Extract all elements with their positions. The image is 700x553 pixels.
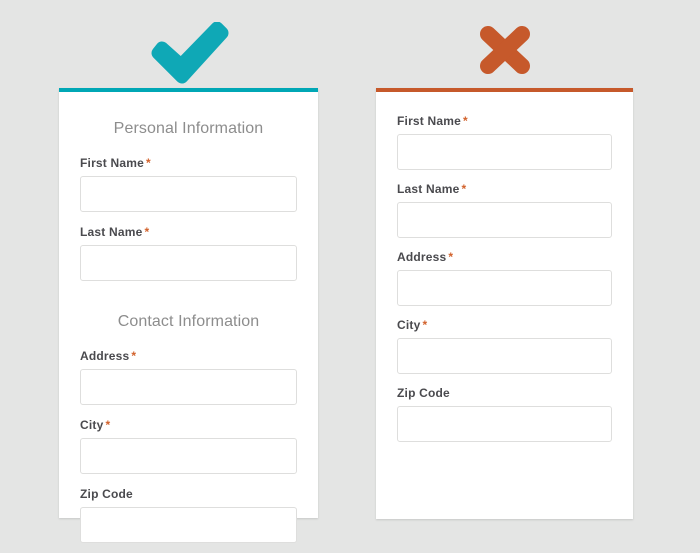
input-zip-code-good[interactable] [80,507,297,543]
input-first-name-bad[interactable] [397,134,612,170]
section-heading-contact-information: Contact Information [117,313,260,330]
label-text: Address [80,349,130,363]
field-last-name-bad: Last Name * [397,182,612,238]
label-text: First Name [80,156,145,170]
label-last-name-good: Last Name * [80,225,297,239]
field-address-bad: Address * [397,250,612,306]
label-first-name-good: First Name * [80,156,297,170]
good-card-body: Personal Information First Name * Last Na… [59,120,318,543]
label-text: Zip Code [397,386,450,400]
required-marker: * [146,156,151,170]
card-accent-bar-good [59,88,318,92]
input-zip-code-bad[interactable] [397,406,612,442]
cross-mark-icon [466,18,546,80]
label-text: First Name [397,114,462,128]
required-marker: * [131,349,137,363]
input-last-name-good[interactable] [80,245,297,281]
section-heading-personal-information: Personal Information [113,120,264,137]
label-text: City [397,318,421,332]
label-text: Zip Code [80,487,133,501]
label-address-bad: Address * [397,250,612,264]
label-zip-code-bad: Zip Code [397,386,612,400]
label-zip-code-good: Zip Code [80,487,297,501]
required-marker: * [144,225,150,239]
input-first-name-good[interactable] [80,176,297,212]
label-address-good: Address * [80,349,297,363]
bad-example-form-card: First Name * Last Name * Address * City * [376,88,633,519]
field-last-name-good: Last Name * [80,225,297,281]
field-first-name-bad: First Name * [397,114,612,170]
bad-card-body: First Name * Last Name * Address * City * [376,92,633,442]
required-marker: * [448,250,454,264]
field-city-good: City * [80,418,297,474]
input-last-name-bad[interactable] [397,202,612,238]
label-text: City [80,418,104,432]
label-text: Address [397,250,447,264]
label-text: Last Name [397,182,460,196]
required-marker: * [461,182,467,196]
input-city-good[interactable] [80,438,297,474]
field-zip-code-bad: Zip Code [397,386,612,442]
field-first-name-good: First Name * [80,156,297,212]
label-last-name-bad: Last Name * [397,182,612,196]
label-city-good: City * [80,418,297,432]
check-mark-icon [150,22,230,84]
required-marker: * [422,318,428,332]
required-marker: * [105,418,111,432]
input-address-bad[interactable] [397,270,612,306]
required-marker: * [463,114,468,128]
input-address-good[interactable] [80,369,297,405]
label-text: Last Name [80,225,143,239]
field-address-good: Address * [80,349,297,405]
label-city-bad: City * [397,318,612,332]
field-city-bad: City * [397,318,612,374]
label-first-name-bad: First Name * [397,114,612,128]
good-example-form-card: Personal Information First Name * Last Na… [59,88,318,543]
comparison-stage: Personal Information First Name * Last Na… [0,0,700,553]
input-city-bad[interactable] [397,338,612,374]
field-zip-code-good: Zip Code [80,487,297,543]
